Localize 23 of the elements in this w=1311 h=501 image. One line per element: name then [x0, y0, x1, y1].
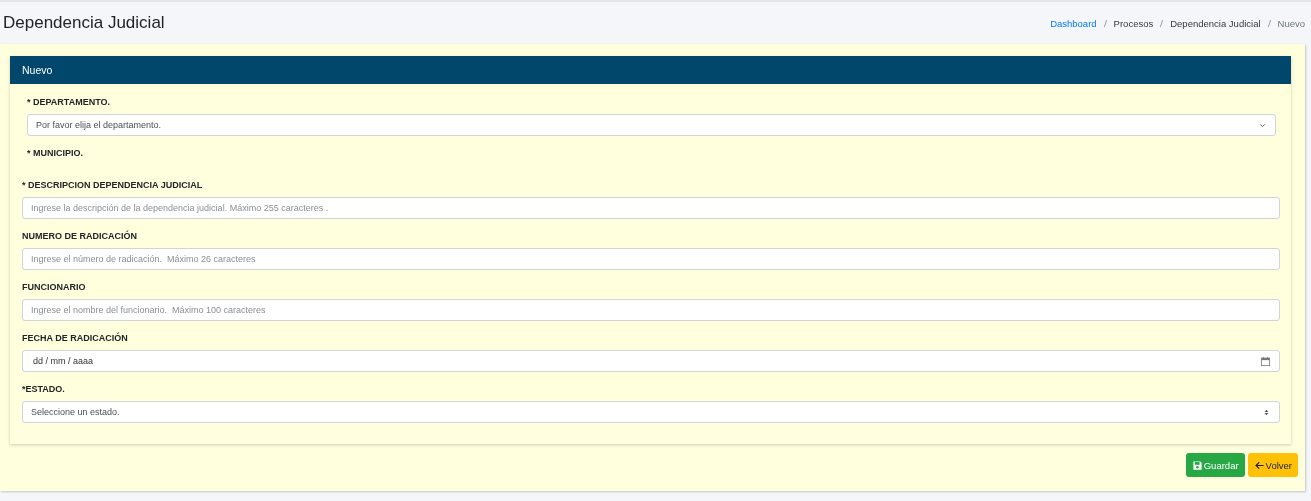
field-label: *ESTADO.	[22, 383, 66, 395]
sort-arrows-icon	[1262, 407, 1271, 417]
breadcrumb-item: Nuevo	[1277, 17, 1305, 29]
page-title: Dependencia Judicial	[3, 13, 165, 33]
field-label: * DEPARTAMENTO.	[27, 96, 111, 108]
field-label: FUNCIONARIO	[22, 281, 87, 293]
text-field[interactable]: Ingrese la descripción de la dependencia judicial. Máximo 255 caracteres .	[22, 197, 1280, 219]
arrow-left-icon	[1253, 459, 1265, 471]
card-header: Nuevo	[10, 56, 1291, 84]
breadcrumb-link[interactable]: Dashboard	[1050, 17, 1097, 29]
breadcrumb-item: Dependencia Judicial	[1170, 17, 1261, 29]
text-field[interactable]: Ingrese el número de radicación. Máximo 26 caracteres	[22, 248, 1280, 270]
date-field[interactable]: dd / mm / aaaa	[22, 350, 1280, 372]
text-field[interactable]: Ingrese el nombre del funcionario. Máximo 100 caracteres	[22, 299, 1280, 321]
calendar-icon	[1260, 355, 1271, 367]
breadcrumb-item: Procesos	[1113, 17, 1154, 29]
back-button[interactable]: Volver	[1247, 453, 1298, 477]
field-label: NUMERO DE RADICACIÓN	[22, 230, 138, 242]
field-label: FECHA DE RADICACIÓN	[22, 332, 129, 344]
field-label: * MUNICIPIO.	[27, 147, 84, 159]
field-label: * DESCRIPCION DEPENDENCIA JUDICIAL	[22, 179, 204, 191]
select-field[interactable]: Por favor elija el departamento.	[27, 114, 1276, 136]
select-field[interactable]: Seleccione un estado.	[22, 401, 1280, 423]
